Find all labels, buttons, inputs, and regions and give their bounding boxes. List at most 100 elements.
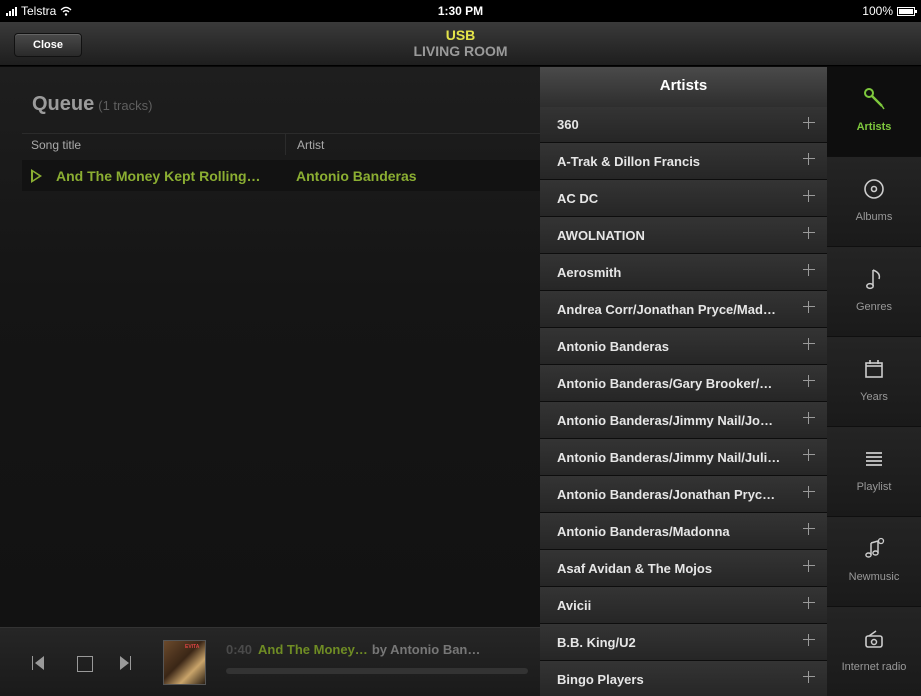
now-playing-icon <box>31 168 42 183</box>
now-playing-song: And The Money… <box>258 642 368 657</box>
tab-genres[interactable]: Genres <box>827 247 921 337</box>
add-icon[interactable] <box>803 375 815 387</box>
tab-label: Playlist <box>856 481 892 493</box>
artist-row[interactable]: Antonio Banderas/Jimmy Nail/Juli… <box>540 439 827 476</box>
artist-name: A-Trak & Dillon Francis <box>557 153 701 169</box>
queue-row-song: And The Money Kept Rolling… <box>56 167 261 184</box>
artists-panel: Artists 360 A-Trak & Dillon Francis AC DC A… <box>540 67 827 696</box>
list-icon <box>866 452 882 466</box>
artist-name: B.B. King/U2 <box>557 634 636 650</box>
queue-title-text: Queue <box>32 93 95 115</box>
tab-playlist[interactable]: Playlist <box>827 427 921 517</box>
radio-icon <box>865 630 883 648</box>
artist-row[interactable]: Antonio Banderas/Gary Brooker/… <box>540 365 827 402</box>
artist-name: AWOLNATION <box>557 227 645 243</box>
add-icon[interactable] <box>803 301 815 313</box>
artist-row[interactable]: AC DC <box>540 180 827 217</box>
tab-artists[interactable]: Artists <box>827 67 921 157</box>
artist-name: AC DC <box>557 190 599 206</box>
music-note-icon <box>866 269 881 290</box>
next-track-icon[interactable] <box>118 654 136 672</box>
source-name: USB <box>445 27 476 43</box>
artist-row[interactable]: Aerosmith <box>540 254 827 291</box>
add-icon[interactable] <box>803 523 815 535</box>
now-playing-info: 0:40 And The Money… by Antonio Ban… <box>226 642 480 657</box>
battery-indicator: 100% <box>862 0 917 22</box>
album-art-text: EVITA <box>185 644 200 650</box>
artist-name: Antonio Banderas/Madonna <box>557 523 730 539</box>
artist-name: Antonio Banderas <box>557 338 669 354</box>
previous-track-icon[interactable] <box>30 654 48 672</box>
queue-count: (1 tracks) <box>98 98 153 113</box>
browse-tabs: Artists Albums Genres Years Playlist New… <box>827 67 921 696</box>
tab-internet-radio[interactable]: Internet radio <box>827 607 921 696</box>
queue-title: Queue (1 tracks) <box>32 93 152 116</box>
artist-list: 360 A-Trak & Dillon Francis AC DC AWOLNATIO… <box>540 107 827 696</box>
tab-label: Albums <box>855 211 893 223</box>
add-icon[interactable] <box>803 449 815 461</box>
artist-row[interactable]: A-Trak & Dillon Francis <box>540 143 827 180</box>
status-bar: Telstra 1:30 PM 100% <box>0 0 921 22</box>
add-icon[interactable] <box>803 634 815 646</box>
artist-name: Asaf Avidan & The Mojos <box>557 560 713 576</box>
tab-label: Newmusic <box>848 571 900 583</box>
add-icon[interactable] <box>803 671 815 683</box>
artist-row[interactable]: B.B. King/U2 <box>540 624 827 661</box>
battery-icon <box>897 6 917 16</box>
add-icon[interactable] <box>803 560 815 572</box>
elapsed-time: 0:40 <box>226 642 253 657</box>
nav-title: USB LIVING ROOM <box>0 27 921 59</box>
new-music-icon <box>865 537 885 558</box>
artist-row[interactable]: Bingo Players <box>540 661 827 696</box>
artist-name: Antonio Banderas/Jonathan Pryc… <box>557 486 776 502</box>
artist-row[interactable]: Antonio Banderas <box>540 328 827 365</box>
artist-name: Avicii <box>557 597 592 613</box>
add-icon[interactable] <box>803 153 815 165</box>
status-time: 1:30 PM <box>437 4 484 18</box>
column-artist[interactable]: Artist <box>286 134 324 155</box>
artist-row[interactable]: Andrea Corr/Jonathan Pryce/Mad… <box>540 291 827 328</box>
queue-row-artist: Antonio Banderas <box>296 167 417 184</box>
tab-label: Genres <box>855 301 893 313</box>
top-navigation-bar: Close USB LIVING ROOM <box>0 22 921 66</box>
artist-name: Bingo Players <box>557 671 644 687</box>
artist-name: Aerosmith <box>557 264 622 280</box>
tab-albums[interactable]: Albums <box>827 157 921 247</box>
add-icon[interactable] <box>803 117 815 129</box>
add-icon[interactable] <box>803 486 815 498</box>
album-art[interactable]: EVITA <box>163 640 206 685</box>
microphone-icon <box>864 88 885 110</box>
add-icon[interactable] <box>803 338 815 350</box>
tab-label: Years <box>860 391 888 403</box>
artist-row[interactable]: AWOLNATION <box>540 217 827 254</box>
artist-row[interactable]: Antonio Banderas/Madonna <box>540 513 827 550</box>
queue-panel: Queue (1 tracks) Song title Artist And Th… <box>0 67 540 627</box>
add-icon[interactable] <box>803 412 815 424</box>
artist-row[interactable]: Antonio Banderas/Jimmy Nail/Jo… <box>540 402 827 439</box>
tab-years[interactable]: Years <box>827 337 921 427</box>
calendar-icon <box>865 360 883 378</box>
column-song-title[interactable]: Song title <box>22 134 286 155</box>
panel-title: Artists <box>540 67 827 107</box>
add-icon[interactable] <box>803 597 815 609</box>
room-name: LIVING ROOM <box>413 43 508 59</box>
queue-row[interactable]: And The Money Kept Rolling… Antonio Band… <box>22 160 540 191</box>
queue-column-headers: Song title Artist <box>22 133 540 155</box>
stop-icon[interactable] <box>76 654 94 672</box>
artist-row[interactable]: Antonio Banderas/Jonathan Pryc… <box>540 476 827 513</box>
add-icon[interactable] <box>803 190 815 202</box>
now-playing-artist: by Antonio Ban… <box>371 642 481 657</box>
artist-row[interactable]: Avicii <box>540 587 827 624</box>
artist-name: Antonio Banderas/Jimmy Nail/Juli… <box>557 449 781 465</box>
battery-percent: 100% <box>862 4 893 18</box>
artist-row[interactable]: 360 <box>540 107 827 143</box>
tab-label: Internet radio <box>841 661 907 673</box>
tab-newmusic[interactable]: Newmusic <box>827 517 921 607</box>
artist-row[interactable]: Asaf Avidan & The Mojos <box>540 550 827 587</box>
progress-bar[interactable] <box>226 668 528 674</box>
add-icon[interactable] <box>803 264 815 276</box>
tab-label: Artists <box>856 121 892 133</box>
artist-name: 360 <box>557 117 579 132</box>
add-icon[interactable] <box>803 227 815 239</box>
player-bar: EVITA 0:40 And The Money… by Antonio Ban… <box>0 627 540 696</box>
